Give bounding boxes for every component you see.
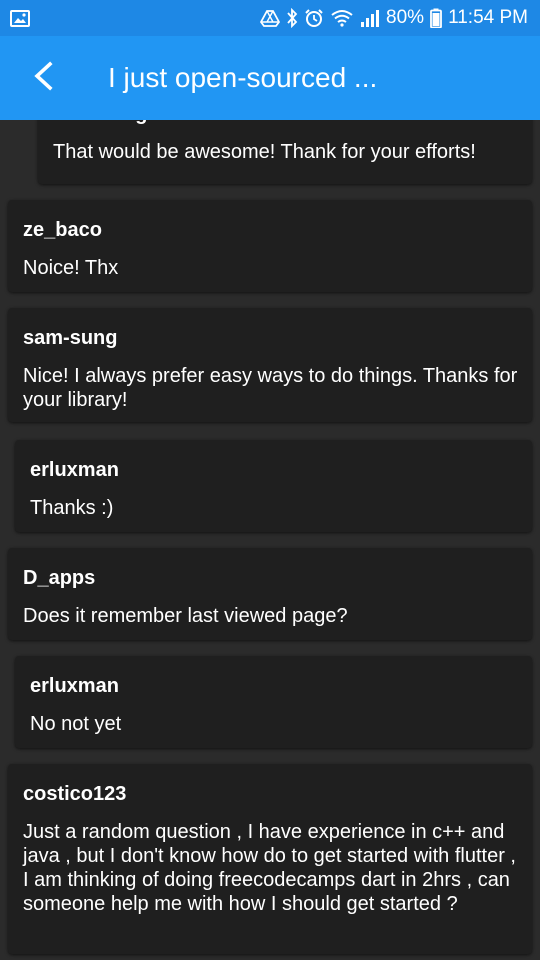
drive-icon bbox=[260, 9, 281, 27]
comment-text: That would be awesome! Thank for your ef… bbox=[53, 141, 476, 163]
back-button[interactable] bbox=[0, 36, 86, 120]
page-title: I just open-sourced ... bbox=[108, 62, 378, 93]
comment-text: No not yet bbox=[30, 713, 122, 735]
back-arrow-icon bbox=[32, 60, 54, 96]
image-icon bbox=[10, 9, 30, 27]
comment-author[interactable]: ze_baco bbox=[23, 218, 518, 242]
comment-card[interactable]: D_apps Does it remember last viewed page… bbox=[8, 548, 532, 640]
app-bar: I just open-sourced ... bbox=[0, 36, 540, 120]
comment-author[interactable]: erluxman bbox=[30, 458, 518, 482]
comment-card[interactable]: costico123 Just a random question , I ha… bbox=[8, 764, 532, 954]
wifi-icon bbox=[330, 9, 354, 27]
battery-icon bbox=[430, 8, 442, 28]
comment-card[interactable]: ze_baco Noice! Thx bbox=[8, 200, 532, 292]
comment-author[interactable]: sam-sung bbox=[23, 326, 518, 350]
status-time: 11:54 PM bbox=[448, 7, 528, 28]
comment-text: Noice! Thx bbox=[23, 257, 119, 279]
signal-icon bbox=[360, 9, 380, 27]
comment-text: Thanks :) bbox=[30, 497, 114, 519]
battery-percent: 80% bbox=[386, 7, 425, 28]
comment-author[interactable]: sam-sung bbox=[53, 120, 518, 126]
bluetooth-icon bbox=[286, 8, 298, 28]
comment-card[interactable]: erluxman No not yet bbox=[15, 656, 532, 748]
comment-text: Nice! I always prefer easy ways to do th… bbox=[23, 365, 518, 411]
comment-text: Does it remember last viewed page? bbox=[23, 605, 348, 627]
comment-card[interactable]: sam-sung That would be awesome! Thank fo… bbox=[38, 120, 532, 184]
alarm-icon bbox=[304, 8, 324, 28]
comment-card[interactable]: erluxman Thanks :) bbox=[15, 440, 532, 532]
comment-author[interactable]: D_apps bbox=[23, 566, 518, 590]
comment-card[interactable]: sam-sung Nice! I always prefer easy ways… bbox=[8, 308, 532, 422]
status-bar: 80% 11:54 PM bbox=[0, 0, 540, 36]
comment-text: Just a random question , I have experien… bbox=[23, 821, 516, 915]
comment-author[interactable]: costico123 bbox=[23, 782, 520, 806]
comment-list[interactable]: sam-sung That would be awesome! Thank fo… bbox=[0, 120, 540, 960]
comment-author[interactable]: erluxman bbox=[30, 674, 518, 698]
